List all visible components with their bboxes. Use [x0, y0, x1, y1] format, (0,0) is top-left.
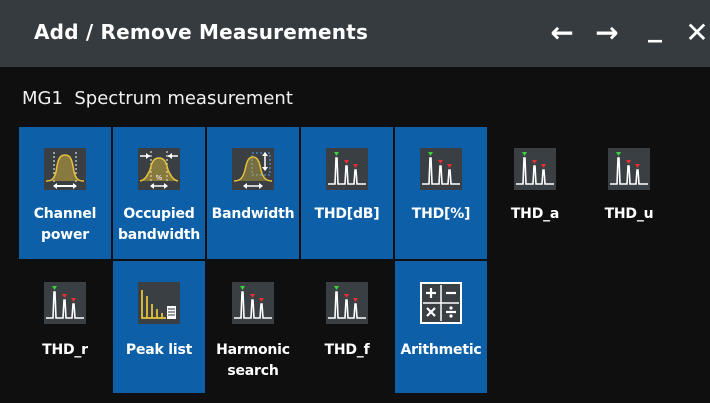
tile-label: THD_a — [510, 206, 560, 222]
forward-arrow-icon[interactable]: → — [590, 16, 624, 50]
tile-bandwidth[interactable]: Bandwidth — [207, 127, 299, 259]
tile-occupied-bandwidth[interactable]: % Occupied bandwidth — [113, 127, 205, 259]
harmonics-icon — [326, 148, 368, 190]
harmonics-icon — [232, 282, 274, 324]
tile-thd-f[interactable]: THD_f — [301, 261, 393, 393]
harmonics-icon — [326, 282, 368, 324]
tile-label: Peak list — [125, 342, 193, 358]
tile-label: Bandwidth — [211, 206, 295, 222]
channel-power-icon — [44, 148, 86, 190]
tile-label: Channel power — [33, 206, 97, 243]
measurement-group-label: MG1 Spectrum measurement — [22, 88, 293, 109]
tile-thd-db[interactable]: THD[dB] — [301, 127, 393, 259]
occupied-bandwidth-icon: % — [138, 148, 180, 190]
tile-label: THD[dB] — [314, 206, 380, 222]
harmonics-icon — [44, 282, 86, 324]
minimize-icon[interactable]: _ — [638, 10, 672, 44]
tile-label: Occupied bandwidth — [117, 206, 201, 243]
bandwidth-icon — [232, 148, 274, 190]
peak-list-icon — [138, 282, 180, 324]
tile-thd-r[interactable]: THD_r — [19, 261, 111, 393]
tile-thd-percent[interactable]: THD[%] — [395, 127, 487, 259]
tile-label: THD_r — [42, 342, 88, 358]
harmonics-icon — [420, 148, 462, 190]
tile-harmonic-search[interactable]: Harmonic search — [207, 261, 299, 393]
close-icon[interactable]: ✕ — [680, 16, 710, 50]
dialog-title: Add / Remove Measurements — [34, 20, 369, 44]
harmonics-icon — [514, 148, 556, 190]
arithmetic-icon — [420, 282, 462, 324]
tile-channel-power[interactable]: Channel power — [19, 127, 111, 259]
tile-label: THD_u — [604, 206, 654, 222]
tile-label: Arithmetic — [400, 342, 482, 358]
tile-arithmetic[interactable]: Arithmetic — [395, 261, 487, 393]
tile-thd-a[interactable]: THD_a — [489, 127, 581, 259]
harmonics-icon — [608, 148, 650, 190]
add-remove-measurements-dialog: Add / Remove Measurements ← → _ ✕ MG1 Sp… — [0, 0, 710, 403]
tile-label: Harmonic search — [216, 342, 290, 379]
svg-text:%: % — [156, 174, 163, 182]
tile-label: THD_f — [324, 342, 370, 358]
tile-thd-u[interactable]: THD_u — [583, 127, 675, 259]
tile-label: THD[%] — [411, 206, 471, 222]
back-arrow-icon[interactable]: ← — [545, 16, 579, 50]
title-bar: Add / Remove Measurements ← → _ ✕ — [0, 0, 710, 67]
tile-peak-list[interactable]: Peak list — [113, 261, 205, 393]
